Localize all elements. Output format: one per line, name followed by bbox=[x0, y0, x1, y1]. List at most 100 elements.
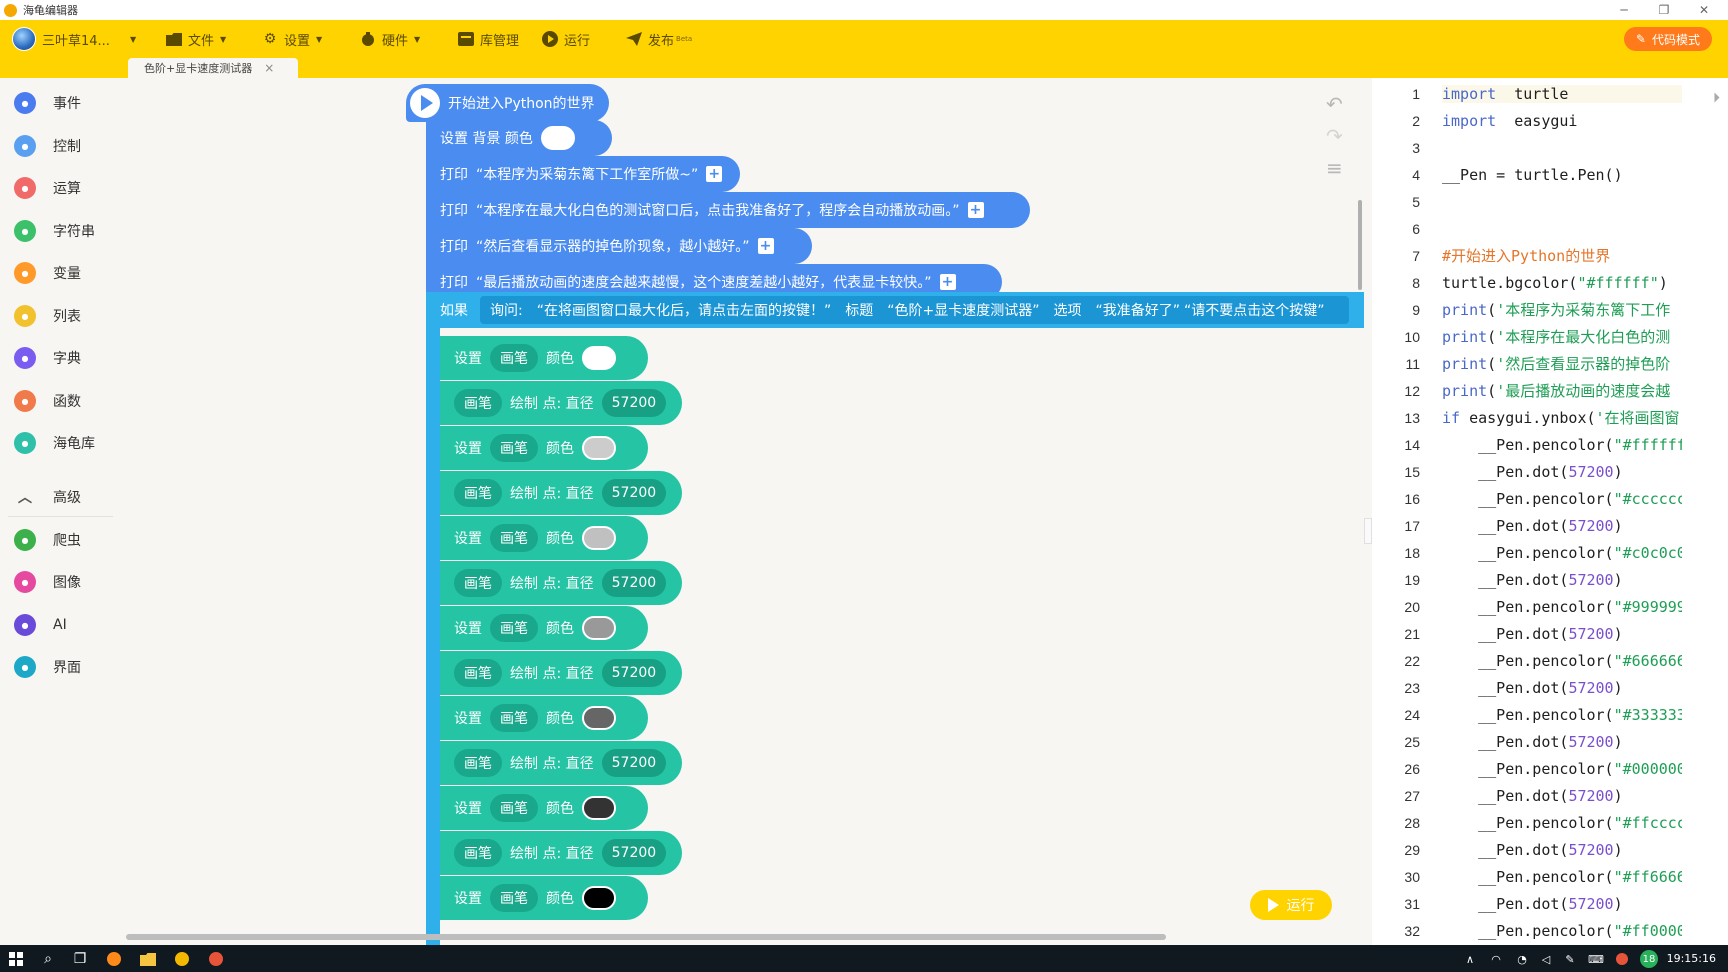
wifi-icon[interactable]: ◔ bbox=[1512, 949, 1532, 969]
pen-color-swatch[interactable] bbox=[582, 526, 616, 550]
keyboard-icon[interactable]: ⌨ bbox=[1586, 949, 1606, 969]
pen-color-swatch[interactable] bbox=[582, 796, 616, 820]
pen-selector[interactable]: 画笔 bbox=[454, 659, 502, 687]
code-text[interactable]: print('本程序在最大化白色的测 bbox=[1442, 326, 1682, 347]
draw-dot-block[interactable]: 画笔 绘制 点: 直径 57200 bbox=[440, 741, 682, 785]
start-hat-block[interactable]: 开始进入Python的世界 bbox=[406, 84, 609, 122]
set-pen-color-block[interactable]: 设置 画笔 颜色 bbox=[440, 336, 648, 380]
option-1[interactable]: “我准备好了” bbox=[1095, 300, 1180, 320]
pen-selector[interactable]: 画笔 bbox=[454, 479, 502, 507]
draw-dot-block[interactable]: 画笔 绘制 点: 直径 57200 bbox=[440, 561, 682, 605]
plus-icon[interactable]: + bbox=[706, 166, 723, 182]
code-text[interactable]: if easygui.ynbox('在将画图窗 bbox=[1442, 407, 1682, 428]
set-pen-color-block[interactable]: 设置 画笔 颜色 bbox=[440, 876, 648, 920]
pen-color-swatch[interactable] bbox=[582, 346, 616, 370]
sidebar-item-5[interactable]: ● 列表 bbox=[14, 301, 81, 331]
pen-selector[interactable]: 画笔 bbox=[490, 524, 538, 552]
set-pen-color-block[interactable]: 设置 画笔 颜色 bbox=[440, 786, 648, 830]
close-icon[interactable]: × bbox=[264, 61, 274, 75]
sidebar-item-3[interactable]: ● 字符串 bbox=[14, 216, 95, 246]
draw-dot-block[interactable]: 画笔 绘制 点: 直径 57200 bbox=[440, 651, 682, 695]
code-text[interactable]: __Pen = turtle.Pen() bbox=[1442, 166, 1682, 184]
code-line[interactable]: 5 bbox=[1372, 188, 1728, 215]
code-line[interactable]: 32 __Pen.pencolor("#ff0000 bbox=[1372, 917, 1728, 944]
diameter-input[interactable]: 57200 bbox=[601, 839, 667, 867]
sidebar-item-12[interactable]: ● AI bbox=[14, 610, 67, 640]
print-block-2[interactable]: 打印 “本程序在最大化白色的测试窗口后，点击我准备好了，程序会自动播放动画。” … bbox=[426, 192, 1030, 228]
sidebar-item-8[interactable]: ● 海龟库 bbox=[14, 428, 95, 458]
code-line[interactable]: 25 __Pen.dot(57200) bbox=[1372, 728, 1728, 755]
print-block-1[interactable]: 打印 “本程序为采菊东篱下工作室所做~” + bbox=[426, 156, 740, 192]
windows-start-icon[interactable] bbox=[6, 949, 26, 969]
align-icon[interactable]: ≡ bbox=[1326, 156, 1343, 180]
code-text[interactable]: __Pen.dot(57200) bbox=[1442, 733, 1682, 751]
code-text[interactable]: __Pen.pencolor("#ff6666 bbox=[1442, 868, 1682, 886]
code-text[interactable]: __Pen.pencolor("#333333 bbox=[1442, 706, 1682, 724]
draw-dot-block[interactable]: 画笔 绘制 点: 直径 57200 bbox=[440, 831, 682, 875]
code-line[interactable]: 31 __Pen.dot(57200) bbox=[1372, 890, 1728, 917]
code-line[interactable]: 17 __Pen.dot(57200) bbox=[1372, 512, 1728, 539]
set-pen-color-block[interactable]: 设置 画笔 颜色 bbox=[440, 606, 648, 650]
print-string[interactable]: “然后查看显示器的掉色阶现象，越小越好。” bbox=[476, 236, 750, 256]
restore-button[interactable]: ❐ bbox=[1644, 0, 1684, 20]
print-string[interactable]: “本程序为采菊东篱下工作室所做~” bbox=[476, 164, 698, 184]
pen-icon[interactable]: ✎ bbox=[1560, 949, 1580, 969]
settings-menu[interactable]: ⚙ 设置 ▼ bbox=[262, 20, 322, 58]
code-line[interactable]: 29 __Pen.dot(57200) bbox=[1372, 836, 1728, 863]
horizontal-scrollbar[interactable] bbox=[126, 934, 1166, 940]
code-line[interactable]: 18 __Pen.pencolor("#c0c0c0 bbox=[1372, 539, 1728, 566]
code-line[interactable]: 15 __Pen.dot(57200) bbox=[1372, 458, 1728, 485]
code-text[interactable]: import easygui bbox=[1442, 112, 1682, 130]
publish-button[interactable]: 发布 Beta bbox=[626, 20, 692, 58]
plus-icon[interactable]: + bbox=[967, 202, 984, 218]
run-button[interactable]: 运行 bbox=[1250, 890, 1332, 920]
task-view-icon[interactable]: ❐ bbox=[70, 949, 90, 969]
ask-text[interactable]: “在将画图窗口最大化后，请点击左面的按键！” bbox=[537, 300, 832, 320]
code-text[interactable]: print('本程序为采菊东篱下工作 bbox=[1442, 299, 1682, 320]
code-line[interactable]: 8 turtle.bgcolor("#ffffff") bbox=[1372, 269, 1728, 296]
code-line[interactable]: 10 print('本程序在最大化白色的测 bbox=[1372, 323, 1728, 350]
code-text[interactable]: __Pen.dot(57200) bbox=[1442, 895, 1682, 913]
pen-color-swatch[interactable] bbox=[582, 706, 616, 730]
sidebar-item-6[interactable]: ● 字典 bbox=[14, 343, 81, 373]
code-line[interactable]: 20 __Pen.pencolor("#999999 bbox=[1372, 593, 1728, 620]
search-icon[interactable]: ⌕ bbox=[38, 949, 58, 969]
code-line[interactable]: 30 __Pen.pencolor("#ff6666 bbox=[1372, 863, 1728, 890]
code-text[interactable]: __Pen.pencolor("#ff0000 bbox=[1442, 922, 1682, 940]
code-line[interactable]: 16 __Pen.pencolor("#cccccc bbox=[1372, 485, 1728, 512]
code-line[interactable]: 28 __Pen.pencolor("#ffcccc bbox=[1372, 809, 1728, 836]
pen-selector[interactable]: 画笔 bbox=[490, 704, 538, 732]
run-menu-button[interactable]: 运行 bbox=[542, 20, 590, 58]
hardware-menu[interactable]: 硬件 ▼ bbox=[360, 20, 420, 58]
pen-selector[interactable]: 画笔 bbox=[490, 614, 538, 642]
close-button[interactable]: ✕ bbox=[1684, 0, 1724, 20]
sidebar-item-9[interactable]: ︿ 高级 bbox=[14, 482, 81, 512]
code-line[interactable]: 2 import easygui bbox=[1372, 107, 1728, 134]
code-text[interactable]: __Pen.dot(57200) bbox=[1442, 679, 1682, 697]
pen-color-swatch[interactable] bbox=[582, 436, 616, 460]
file-menu[interactable]: 文件 ▼ bbox=[166, 20, 226, 58]
code-line[interactable]: 3 bbox=[1372, 134, 1728, 161]
diameter-input[interactable]: 57200 bbox=[601, 569, 667, 597]
code-text[interactable]: __Pen.pencolor("#ffcccc bbox=[1442, 814, 1682, 832]
redo-icon[interactable]: ↷ bbox=[1326, 124, 1343, 148]
code-line[interactable]: 19 __Pen.dot(57200) bbox=[1372, 566, 1728, 593]
sidebar-item-7[interactable]: ● 函数 bbox=[14, 386, 81, 416]
code-line[interactable]: 1 import turtle bbox=[1372, 80, 1728, 107]
code-line[interactable]: 27 __Pen.dot(57200) bbox=[1372, 782, 1728, 809]
diameter-input[interactable]: 57200 bbox=[601, 659, 667, 687]
print-string[interactable]: “最后播放动画的速度会越来越慢，这个速度差越小越好，代表显卡较快。” bbox=[476, 272, 932, 292]
draw-dot-block[interactable]: 画笔 绘制 点: 直径 57200 bbox=[440, 471, 682, 515]
library-button[interactable]: 库管理 bbox=[458, 20, 519, 58]
tab-project[interactable]: 色阶+显卡速度测试器 × bbox=[128, 58, 298, 78]
plus-icon[interactable]: + bbox=[757, 238, 774, 254]
code-text[interactable]: __Pen.pencolor("#000000 bbox=[1442, 760, 1682, 778]
pen-selector[interactable]: 画笔 bbox=[454, 749, 502, 777]
pen-selector[interactable]: 画笔 bbox=[490, 344, 538, 372]
code-line[interactable]: 21 __Pen.dot(57200) bbox=[1372, 620, 1728, 647]
volume-icon[interactable]: ◁ bbox=[1536, 949, 1556, 969]
code-text[interactable]: __Pen.pencolor("#cccccc bbox=[1442, 490, 1682, 508]
background-color-swatch[interactable] bbox=[540, 126, 575, 150]
code-text[interactable]: __Pen.pencolor("#999999 bbox=[1442, 598, 1682, 616]
set-pen-color-block[interactable]: 设置 画笔 颜色 bbox=[440, 696, 648, 740]
